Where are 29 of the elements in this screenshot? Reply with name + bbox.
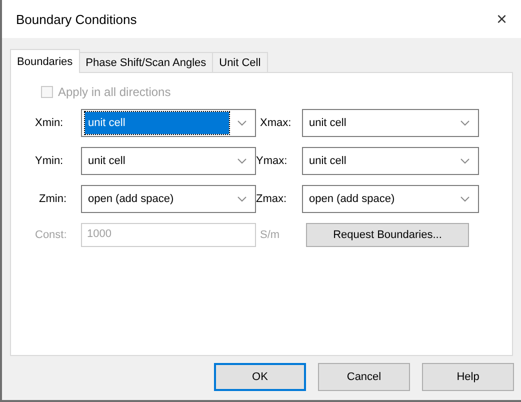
dropdown[interactable]: open (add space) (302, 185, 479, 213)
unit-label: S/m (259, 229, 281, 241)
field-label: Ymax: (256, 155, 288, 167)
field-label: Xmin: (35, 117, 64, 129)
field-label: Ymin: (35, 155, 64, 167)
field-label: Zmin: (38, 193, 68, 205)
tab[interactable]: Unit Cell (212, 52, 268, 72)
chevron-down-icon (237, 196, 247, 202)
close-button[interactable]: × (490, 8, 513, 30)
dialog-button[interactable]: OK (214, 363, 306, 391)
dialog-button[interactable]: Cancel (318, 363, 410, 391)
window-title: Boundary Conditions (16, 12, 137, 26)
dropdown[interactable]: unit cell (81, 109, 256, 137)
dropdown[interactable]: unit cell (81, 147, 256, 175)
dialog-button[interactable]: Help (422, 363, 514, 391)
dropdown[interactable]: unit cell (302, 109, 479, 137)
chevron-down-icon (460, 158, 470, 164)
chevron-down-icon (237, 120, 247, 126)
chevron-down-icon (460, 120, 470, 126)
dropdown[interactable]: open (add space) (81, 185, 256, 213)
field-label: Zmax: (256, 193, 288, 205)
field-label: Xmax: (259, 117, 292, 129)
chevron-down-icon (237, 158, 247, 164)
request-boundaries-button[interactable]: Request Boundaries... (306, 223, 469, 247)
checkbox-label: Apply in all directions (58, 85, 171, 99)
tab[interactable]: Boundaries (10, 49, 80, 73)
dropdown[interactable]: unit cell (302, 147, 479, 175)
field-label: Const: (35, 229, 68, 241)
chevron-down-icon (460, 196, 470, 202)
